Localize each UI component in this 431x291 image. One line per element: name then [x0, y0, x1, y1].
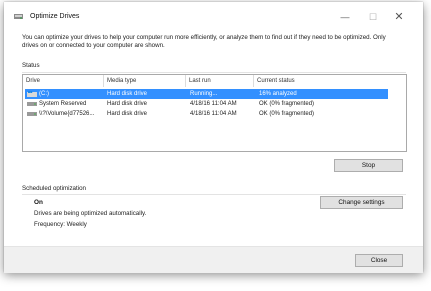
stop-button[interactable]: Stop: [334, 159, 403, 172]
last-run: 4/18/16 11:04 AM: [190, 101, 237, 107]
optimize-drives-window: Optimize Drives — ☐ ✕ You can optimize y…: [4, 2, 423, 273]
media-type: Hard disk drive: [107, 91, 148, 97]
status-section-label: Status: [22, 62, 40, 69]
current-status: OK (0% fragmented): [259, 101, 315, 107]
current-status: 16% analyzed: [259, 91, 297, 97]
schedule-frequency: Frequency: Weekly: [34, 221, 87, 228]
drive-row-c[interactable]: (C:) Hard disk drive Running... 16% anal…: [25, 89, 388, 99]
minimize-button[interactable]: —: [335, 8, 355, 26]
media-type: Hard disk drive: [107, 111, 148, 117]
schedule-state: On: [34, 199, 43, 206]
drive-name: (C:): [39, 91, 49, 97]
optimize-drives-app-icon: [14, 14, 23, 19]
close-button[interactable]: Close: [355, 254, 403, 267]
description-text: You can optimize your drives to help you…: [22, 34, 386, 49]
drives-list-header: Drive Media type Last run Current status: [23, 75, 406, 87]
scheduled-divider: [22, 194, 406, 195]
drives-list[interactable]: Drive Media type Last run Current status…: [22, 74, 407, 152]
last-run: Running...: [190, 91, 218, 97]
drive-row-system-reserved[interactable]: System Reserved Hard disk drive 4/18/16 …: [25, 99, 388, 109]
title-bar[interactable]: Optimize Drives — ☐ ✕: [4, 2, 423, 32]
window-title: Optimize Drives: [30, 13, 80, 20]
media-type: Hard disk drive: [107, 101, 148, 107]
status-divider: [22, 72, 406, 73]
drive-row-volume[interactable]: \\?\Volume{d77526... Hard disk drive 4/1…: [25, 109, 388, 119]
close-window-button[interactable]: ✕: [389, 8, 409, 26]
column-header-last-run[interactable]: Last run: [185, 75, 253, 87]
column-header-current-status[interactable]: Current status: [253, 75, 405, 87]
drive-name: \\?\Volume{d77526...: [39, 111, 95, 117]
schedule-description: Drives are being optimized automatically…: [34, 210, 147, 217]
column-header-media-type[interactable]: Media type: [103, 75, 185, 87]
windows-drive-icon: [27, 91, 37, 97]
scheduled-optimization-label: Scheduled optimization: [22, 185, 86, 192]
current-status: OK (0% fragmented): [259, 111, 315, 117]
change-settings-button[interactable]: Change settings: [320, 196, 403, 209]
drive-name: System Reserved: [39, 101, 87, 107]
column-header-drive[interactable]: Drive: [23, 75, 103, 87]
maximize-button[interactable]: ☐: [363, 8, 383, 26]
hard-drive-icon: [27, 112, 37, 116]
last-run: 4/18/16 11:04 AM: [190, 111, 237, 117]
hard-drive-icon: [27, 102, 37, 106]
